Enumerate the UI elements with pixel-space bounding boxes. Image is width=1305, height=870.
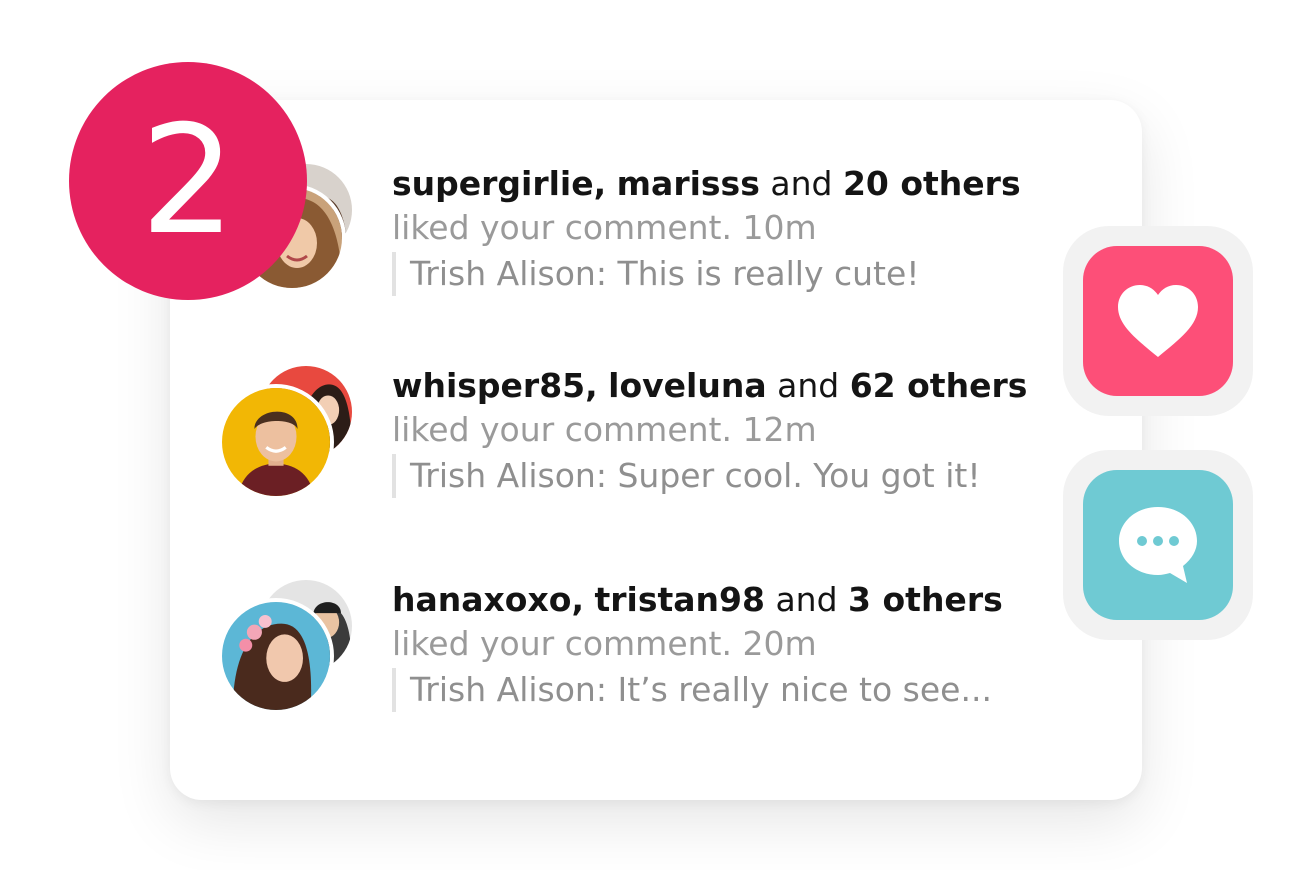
- avatar: [218, 384, 334, 500]
- notification-action: liked your comment. 20m: [392, 624, 817, 663]
- comment-preview: Trish Alison: Super cool. You got it!: [392, 454, 1027, 498]
- username[interactable]: marisss: [617, 164, 760, 203]
- username[interactable]: loveluna: [608, 366, 766, 405]
- username[interactable]: supergirlie,: [392, 164, 606, 203]
- notification-users: supergirlie, marisss and 20 others: [392, 162, 1021, 206]
- notification-item[interactable]: whisper85, loveluna and 62 others liked …: [170, 362, 1142, 512]
- comment-button[interactable]: [1063, 450, 1253, 640]
- like-button[interactable]: [1063, 226, 1253, 416]
- and-text: and: [770, 164, 833, 203]
- others-count[interactable]: 3 others: [848, 580, 1003, 619]
- notification-item[interactable]: supergirlie, marisss and 20 others liked…: [170, 158, 1142, 308]
- notification-item[interactable]: hanaxoxo, tristan98 and 3 others liked y…: [170, 576, 1142, 726]
- and-text: and: [777, 366, 840, 405]
- and-text: and: [775, 580, 838, 619]
- chat-bubble-icon: [1119, 507, 1197, 583]
- notification-action: liked your comment. 12m: [392, 410, 817, 449]
- heart-icon: [1118, 285, 1198, 357]
- comment-preview: Trish Alison: This is really cute!: [392, 252, 1021, 296]
- like-button-face[interactable]: [1083, 246, 1233, 396]
- notification-card: supergirlie, marisss and 20 others liked…: [170, 100, 1142, 800]
- notification-users: whisper85, loveluna and 62 others: [392, 364, 1027, 408]
- username[interactable]: whisper85,: [392, 366, 598, 405]
- others-count[interactable]: 20 others: [843, 164, 1021, 203]
- comment-preview: Trish Alison: It’s really nice to see...: [392, 668, 1003, 712]
- avatar: [218, 598, 334, 714]
- notification-action: liked your comment. 10m: [392, 208, 817, 247]
- notification-users: hanaxoxo, tristan98 and 3 others: [392, 578, 1003, 622]
- notification-count-badge: 2: [69, 62, 307, 300]
- comment-button-face[interactable]: [1083, 470, 1233, 620]
- others-count[interactable]: 62 others: [850, 366, 1028, 405]
- username[interactable]: hanaxoxo,: [392, 580, 584, 619]
- username[interactable]: tristan98: [594, 580, 764, 619]
